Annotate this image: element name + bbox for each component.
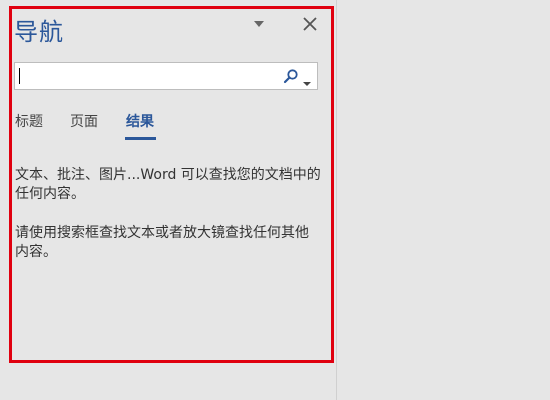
- pane-title: 导航: [14, 18, 64, 46]
- tab-pages[interactable]: 页面: [70, 111, 98, 131]
- navigation-pane: 导航 标题 页面 结果 文本、批注、图片...Word 可以查找您的文档中的任何…: [0, 0, 337, 400]
- magnifier-icon: [283, 69, 298, 84]
- active-tab-indicator: [125, 137, 156, 140]
- pane-options-button[interactable]: [251, 16, 267, 32]
- tab-results[interactable]: 结果: [126, 111, 154, 131]
- chevron-down-icon: [254, 21, 264, 27]
- close-icon: [303, 17, 317, 31]
- search-box: [14, 62, 318, 90]
- chevron-down-icon: [303, 82, 311, 86]
- tab-headings[interactable]: 标题: [15, 111, 43, 131]
- text-caret: [19, 68, 20, 84]
- results-message-2: 请使用搜索框查找文本或者放大镜查找任何其他内容。: [15, 225, 309, 260]
- search-options-button[interactable]: [303, 72, 313, 86]
- close-button[interactable]: [300, 14, 320, 34]
- results-message-1: 文本、批注、图片...Word 可以查找您的文档中的任何内容。: [15, 167, 321, 202]
- search-input[interactable]: [15, 63, 275, 89]
- search-button[interactable]: [283, 68, 299, 84]
